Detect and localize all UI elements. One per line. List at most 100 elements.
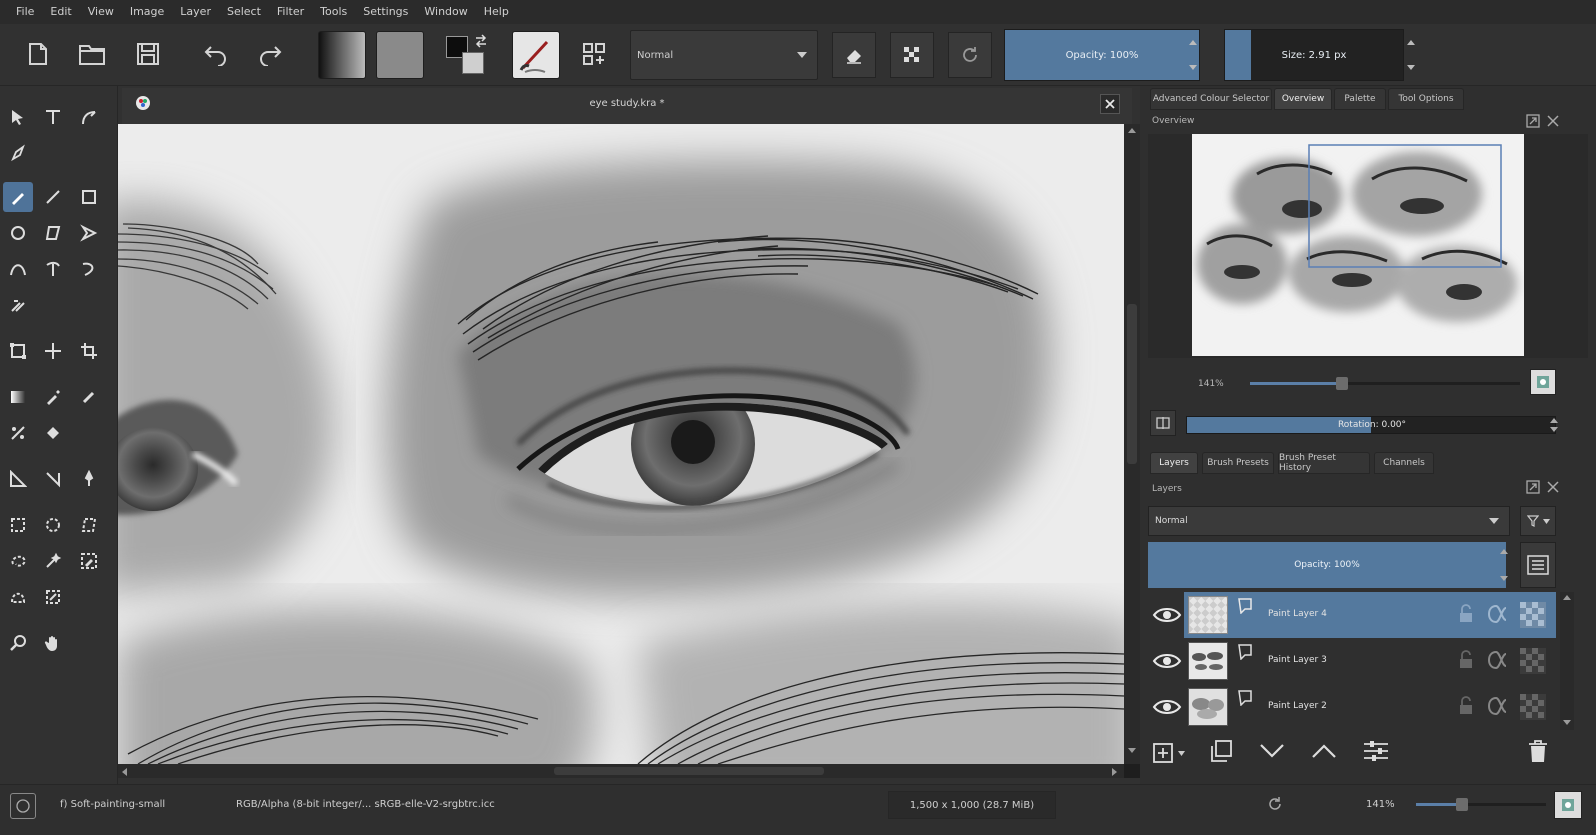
float-panel-icon[interactable] bbox=[1526, 114, 1540, 128]
reference-images-tool-icon[interactable] bbox=[74, 464, 104, 494]
tab-brush-presets[interactable]: Brush Presets bbox=[1202, 452, 1274, 474]
measure-tool-icon[interactable] bbox=[3, 464, 33, 494]
layer-name[interactable]: Paint Layer 2 bbox=[1268, 701, 1327, 711]
ellipse-tool-icon[interactable] bbox=[3, 218, 33, 248]
alpha-lock-icon[interactable] bbox=[1486, 604, 1508, 624]
layer-opacity-spinner-icon[interactable] bbox=[1500, 546, 1508, 584]
painting-canvas[interactable] bbox=[118, 124, 1124, 764]
layer-properties-button[interactable] bbox=[1520, 542, 1556, 588]
layer-row[interactable]: Paint Layer 4 bbox=[1148, 592, 1556, 638]
spin-down-icon[interactable] bbox=[1407, 65, 1415, 70]
rotate-reset-icon[interactable] bbox=[1266, 795, 1284, 813]
overview-mirror-button[interactable] bbox=[1530, 369, 1556, 395]
magnetic-selection-icon[interactable] bbox=[38, 582, 68, 612]
transparency-checker-icon[interactable] bbox=[1520, 648, 1546, 674]
preserve-alpha-button[interactable] bbox=[890, 32, 934, 78]
brush-preset-button[interactable] bbox=[512, 31, 560, 79]
gradient-tool-icon[interactable] bbox=[3, 382, 33, 412]
duplicate-layer-button[interactable] bbox=[1208, 738, 1238, 768]
add-layer-button[interactable] bbox=[1152, 738, 1192, 768]
horizontal-scrollbar[interactable] bbox=[118, 764, 1124, 778]
transform-tool-icon[interactable] bbox=[3, 336, 33, 366]
spin-up-icon[interactable] bbox=[1189, 40, 1197, 45]
freehand-selection-icon[interactable] bbox=[3, 546, 33, 576]
spin-up-icon[interactable] bbox=[1407, 40, 1415, 45]
tab-advanced-colour-selector[interactable]: Advanced Colour Selector bbox=[1150, 88, 1272, 110]
polygon-tool-icon[interactable] bbox=[38, 218, 68, 248]
transparency-checker-icon[interactable] bbox=[1520, 694, 1546, 720]
contiguous-selection-icon[interactable] bbox=[38, 546, 68, 576]
scroll-right-icon[interactable] bbox=[1112, 768, 1117, 776]
tab-tool-options[interactable]: Tool Options bbox=[1388, 88, 1464, 110]
eraser-mode-button[interactable] bbox=[832, 32, 876, 78]
status-zoom-level[interactable]: 141% bbox=[1366, 799, 1395, 810]
delete-layer-button[interactable] bbox=[1526, 738, 1556, 768]
dynamic-brush-tool-icon[interactable] bbox=[74, 254, 104, 284]
lock-icon[interactable] bbox=[1458, 604, 1474, 624]
undo-icon[interactable] bbox=[196, 34, 236, 74]
horizontal-scroll-thumb[interactable] bbox=[554, 767, 824, 775]
scroll-down-icon[interactable] bbox=[1563, 720, 1571, 725]
rotation-spinner-icon[interactable] bbox=[1550, 416, 1558, 434]
status-zoom-slider[interactable] bbox=[1416, 798, 1546, 811]
overview-zoom-handle[interactable] bbox=[1336, 377, 1348, 390]
pattern-selector[interactable] bbox=[376, 31, 424, 79]
elliptical-selection-icon[interactable] bbox=[38, 510, 68, 540]
move-layer-down-button[interactable] bbox=[1258, 738, 1288, 768]
flip-canvas-button[interactable] bbox=[1150, 410, 1176, 436]
overview-zoom-slider[interactable] bbox=[1250, 377, 1520, 390]
vertical-scroll-thumb[interactable] bbox=[1127, 304, 1137, 464]
layer-blend-mode-dropdown[interactable]: Normal bbox=[1148, 506, 1510, 536]
menu-image[interactable]: Image bbox=[122, 0, 172, 24]
menu-file[interactable]: File bbox=[8, 0, 42, 24]
select-shapes-tool-icon[interactable] bbox=[3, 102, 33, 132]
text-tool-icon[interactable] bbox=[38, 102, 68, 132]
rectangular-selection-icon[interactable] bbox=[3, 510, 33, 540]
multibrush-tool-icon[interactable] bbox=[3, 290, 33, 320]
line-tool-icon[interactable] bbox=[38, 182, 68, 212]
vertical-scrollbar[interactable] bbox=[1124, 124, 1140, 764]
pan-tool-icon[interactable] bbox=[38, 628, 68, 658]
layer-row[interactable]: Paint Layer 2 bbox=[1148, 684, 1556, 730]
scroll-up-icon[interactable] bbox=[1563, 595, 1571, 600]
menu-filter[interactable]: Filter bbox=[269, 0, 312, 24]
brush-outline-button[interactable] bbox=[10, 793, 36, 819]
scroll-up-icon[interactable] bbox=[1128, 128, 1136, 133]
transparency-checker-icon[interactable] bbox=[1520, 602, 1546, 628]
tab-channels[interactable]: Channels bbox=[1374, 452, 1434, 474]
alpha-lock-icon[interactable] bbox=[1486, 696, 1508, 716]
layer-name[interactable]: Paint Layer 4 bbox=[1268, 609, 1327, 619]
inherit-alpha-icon[interactable] bbox=[1236, 596, 1254, 614]
tab-layers[interactable]: Layers bbox=[1150, 452, 1198, 474]
freehand-brush-tool-icon[interactable] bbox=[3, 182, 33, 212]
assistant-tool-icon[interactable] bbox=[3, 418, 33, 448]
canvas-viewport[interactable] bbox=[118, 124, 1140, 778]
new-document-icon[interactable] bbox=[18, 34, 58, 74]
close-panel-icon[interactable] bbox=[1546, 114, 1560, 128]
eye-visible-icon[interactable] bbox=[1150, 649, 1184, 673]
overview-thumbnail[interactable] bbox=[1192, 134, 1524, 356]
status-zoom-handle[interactable] bbox=[1456, 798, 1468, 811]
calligraphy-tool-icon[interactable] bbox=[3, 138, 33, 168]
zoom-tool-icon[interactable] bbox=[3, 628, 33, 658]
menu-window[interactable]: Window bbox=[416, 0, 475, 24]
freehand-path-tool-icon[interactable] bbox=[38, 254, 68, 284]
layer-filter-button[interactable] bbox=[1520, 506, 1556, 536]
float-panel-icon[interactable] bbox=[1526, 480, 1540, 494]
move-tool-icon[interactable] bbox=[38, 336, 68, 366]
polyline-tool-icon[interactable] bbox=[74, 218, 104, 248]
rotation-slider[interactable]: Rotation: 0.00° bbox=[1186, 416, 1556, 434]
eye-visible-icon[interactable] bbox=[1150, 603, 1184, 627]
gradient-selector[interactable] bbox=[318, 31, 366, 79]
size-spinner[interactable] bbox=[1404, 30, 1418, 80]
similar-color-selection-icon[interactable] bbox=[74, 546, 104, 576]
fg-bg-colors[interactable] bbox=[442, 32, 490, 78]
ruler-assistant-tool-icon[interactable] bbox=[38, 464, 68, 494]
lock-icon[interactable] bbox=[1458, 696, 1474, 716]
lock-icon[interactable] bbox=[1458, 650, 1474, 670]
layer-row[interactable]: Paint Layer 3 bbox=[1148, 638, 1556, 684]
crop-tool-icon[interactable] bbox=[74, 336, 104, 366]
menu-edit[interactable]: Edit bbox=[42, 0, 79, 24]
inherit-alpha-icon[interactable] bbox=[1236, 688, 1254, 706]
reload-preset-button[interactable] bbox=[948, 32, 992, 78]
